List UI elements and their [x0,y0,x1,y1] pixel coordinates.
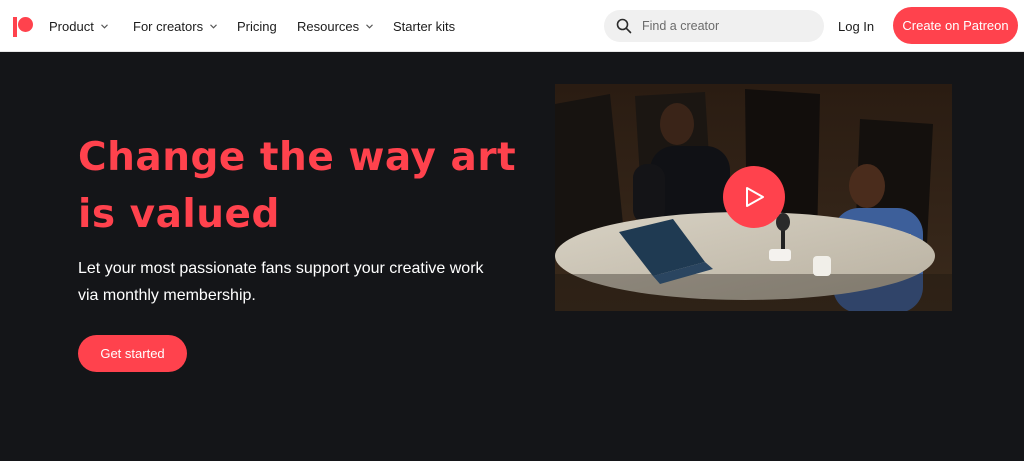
login-link[interactable]: Log In [838,0,874,52]
search-input[interactable] [642,10,818,42]
nav-item-label: Pricing [237,18,277,34]
nav-item-for-creators[interactable]: For creators [133,0,217,52]
nav-item-product[interactable]: Product [49,0,108,52]
top-nav: Product For creators Pricing Resources S… [0,0,1024,52]
create-on-patreon-button[interactable]: Create on Patreon [893,7,1018,44]
chevron-down-icon [210,23,217,29]
nav-item-resources[interactable]: Resources [297,0,374,52]
nav-item-label: Product [49,18,94,34]
chevron-down-icon [366,23,374,29]
login-label: Log In [838,18,875,34]
nav-item-starter-kits[interactable]: Starter kits [393,0,455,52]
chevron-down-icon [100,23,108,29]
nav-item-pricing[interactable]: Pricing [237,0,277,52]
play-video-button[interactable] [723,166,785,228]
get-started-button[interactable]: Get started [78,335,187,372]
creator-search [604,10,824,42]
nav-item-label: Starter kits [393,18,456,34]
nav-item-label: Resources [297,18,360,34]
hero-headline: Change the way art is valued [78,135,517,237]
patreon-logo-icon[interactable] [12,16,34,38]
search-icon[interactable] [616,18,632,34]
hero-subtext: Let your most passionate fans support yo… [78,260,484,304]
play-icon [746,187,764,207]
nav-item-label: For creators [133,18,204,34]
